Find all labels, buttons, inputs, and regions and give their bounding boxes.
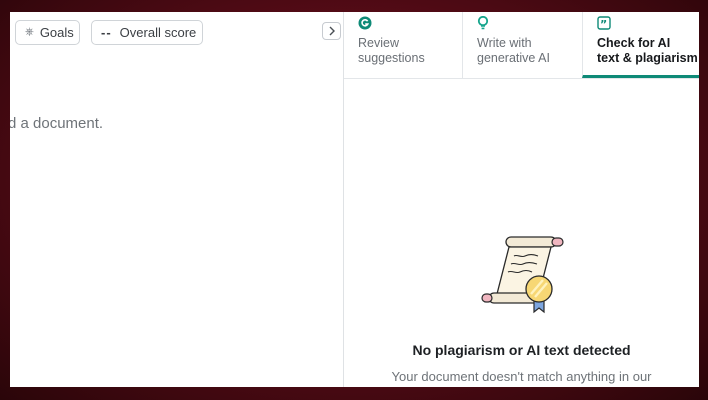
lightbulb-pin-icon bbox=[477, 16, 489, 30]
grammarly-g-icon bbox=[358, 16, 372, 30]
tab-label: Review suggestions bbox=[358, 36, 425, 65]
chevron-right-icon bbox=[329, 26, 335, 36]
collapse-panel-button[interactable] bbox=[322, 22, 341, 40]
tab-review-suggestions[interactable]: Review suggestions bbox=[344, 12, 462, 78]
app-window: ⎈ Goals -- Overall score d a document. R… bbox=[10, 12, 699, 387]
panel-tabs: Review suggestions Write with generative… bbox=[344, 12, 699, 79]
tab-label: Check for AI text & plagiarism bbox=[597, 36, 698, 65]
tab-label: Write with generative AI bbox=[477, 36, 550, 65]
goals-button[interactable]: ⎈ Goals bbox=[15, 20, 80, 45]
tab-ai-plagiarism[interactable]: ” Check for AI text & plagiarism bbox=[582, 12, 699, 78]
quote-icon: ” bbox=[597, 16, 611, 30]
score-label: Overall score bbox=[119, 25, 197, 40]
tab-generative-ai[interactable]: Write with generative AI bbox=[462, 12, 582, 78]
assistant-panel: Review suggestions Write with generative… bbox=[343, 12, 699, 387]
empty-state-subtitle: Your document doesn't match anything in … bbox=[391, 369, 652, 384]
score-value: -- bbox=[101, 25, 112, 40]
svg-text:”: ” bbox=[600, 18, 607, 30]
document-placeholder-text: d a document. bbox=[10, 115, 104, 132]
goals-icon: ⎈ bbox=[25, 26, 34, 38]
certificate-scroll-icon bbox=[481, 236, 564, 314]
editor-area[interactable]: ⎈ Goals -- Overall score d a document. bbox=[10, 12, 343, 387]
empty-state-title: No plagiarism or AI text detected bbox=[412, 342, 631, 358]
goals-label: Goals bbox=[39, 25, 74, 40]
overall-score-button[interactable]: -- Overall score bbox=[91, 20, 203, 45]
